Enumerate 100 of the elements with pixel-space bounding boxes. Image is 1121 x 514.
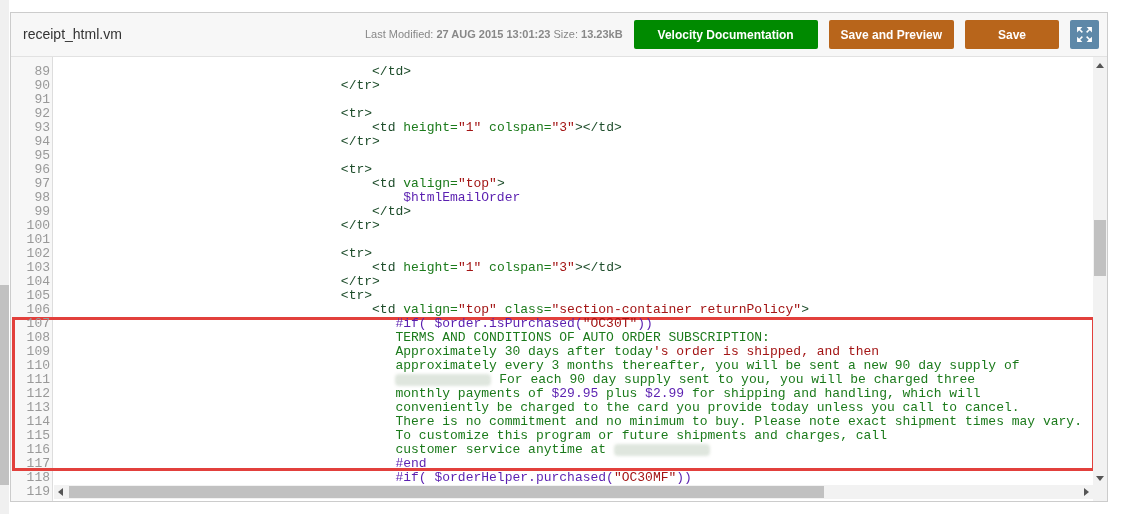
file-meta: Last Modified: 27 AUG 2015 13:01:23 Size: 13.23kB: [364, 27, 623, 43]
code-token: <td: [371, 176, 396, 191]
line-number: 113: [26, 401, 50, 415]
line-number: 98: [34, 191, 50, 205]
line-number: 94: [34, 135, 50, 149]
code-token: </tr>: [339, 134, 380, 149]
code-token: "3": [551, 260, 575, 275]
code-token: monthly payments of: [394, 386, 545, 401]
line-number: 90: [34, 79, 50, 93]
code-token: $2.99: [645, 386, 685, 401]
scroll-right-icon: [1084, 488, 1089, 496]
code-token: $htmlEmailOrder: [402, 190, 521, 205]
code-token: plus: [605, 386, 639, 401]
code-token: valign=: [402, 302, 458, 317]
code-token: height=: [402, 120, 458, 135]
scroll-thumb[interactable]: [1094, 220, 1106, 276]
documentation-button[interactable]: Velocity Documentation: [633, 20, 818, 49]
code-token: colspan=: [488, 260, 552, 275]
code-token: #end: [394, 456, 427, 471]
code-token: </tr>: [339, 78, 380, 93]
line-number: 95: [34, 149, 50, 163]
line-number: 102: [26, 247, 50, 261]
code-token: ></td>: [574, 260, 622, 275]
code-token: TERMS AND CONDITIONS OF AUTO ORDER SUBSCRIPTION:: [394, 330, 770, 345]
line-number: 117: [26, 457, 50, 471]
line-number: 105: [26, 289, 50, 303]
line-number: 119: [26, 485, 50, 499]
code-token: To customize this program or future shipments and charges, call: [394, 428, 887, 443]
code-token: )): [676, 470, 692, 485]
code-token: $29.95: [551, 386, 599, 401]
fullscreen-button[interactable]: [1070, 20, 1099, 49]
line-number: 107: [26, 317, 50, 331]
line-number: 109: [26, 345, 50, 359]
code-token: <tr>: [339, 162, 373, 177]
code-token: customer service anytime at: [394, 442, 608, 457]
line-number: 108: [26, 331, 50, 345]
code-token: <tr>: [339, 106, 373, 121]
scroll-left-icon: [58, 488, 63, 496]
code-token: <td: [371, 260, 396, 275]
code-token: colspan=: [488, 120, 552, 135]
code-token: approximately every 3 months thereafter, you will be sent a new 90 day supply of: [394, 358, 1020, 373]
line-number: 114: [26, 415, 50, 429]
code-token: </tr>: [339, 218, 380, 233]
code-token: <tr>: [339, 288, 373, 303]
save-button[interactable]: Save: [965, 20, 1059, 49]
code-token: "OC30T": [582, 316, 638, 331]
save-button[interactable]: Save and Preview: [828, 20, 954, 49]
page-scrollbar[interactable]: [0, 0, 9, 514]
line-number: 104: [26, 275, 50, 289]
code-token: </td>: [371, 64, 412, 79]
line-number: 110: [26, 359, 50, 373]
code-token: </td>: [371, 204, 412, 219]
file-name: receipt_html.vm: [23, 25, 122, 44]
code-token: "1": [457, 260, 482, 275]
line-number: 91: [34, 93, 50, 107]
code-token: height=: [402, 260, 458, 275]
code-token: "top": [457, 302, 497, 317]
line-number: 96: [34, 163, 50, 177]
code-token: Approximately 30 days after today: [394, 344, 653, 359]
code-token: conveniently be charged to the card you provide today unless you call to cancel.: [394, 400, 1020, 415]
line-number: 112: [26, 387, 50, 401]
code-token: "section-container returnPolicy": [551, 302, 802, 317]
code-token: 's order is shipped, and then: [652, 344, 880, 359]
code-token: )): [637, 316, 653, 331]
line-number: 93: [34, 121, 50, 135]
code-token: valign=: [402, 176, 458, 191]
code-token: "1": [457, 120, 482, 135]
code-token: </tr>: [339, 274, 380, 289]
line-number: 106: [26, 303, 50, 317]
scroll-up-icon: [1096, 63, 1104, 68]
code-token: <tr>: [339, 246, 373, 261]
vertical-scrollbar[interactable]: [1093, 57, 1107, 501]
line-number: 111: [26, 373, 50, 387]
code-token: "3": [551, 120, 575, 135]
code-token: "top": [457, 176, 497, 191]
code-token: class=: [503, 302, 552, 317]
code-token: >: [496, 176, 505, 191]
code-token: <td: [371, 120, 396, 135]
line-number: 100: [26, 219, 50, 233]
line-number: 89: [34, 65, 50, 79]
code-token: For each 90 day supply sent to you, you will be charged three: [498, 372, 976, 387]
code-token: #if( $order.isPurchased(: [394, 316, 583, 331]
scroll-thumb[interactable]: [0, 285, 9, 485]
line-number: 99: [34, 205, 50, 219]
fullscreen-icon: [1076, 26, 1093, 43]
line-number: 115: [26, 429, 50, 443]
code-token: >: [801, 302, 809, 317]
scroll-down-icon: [1096, 476, 1104, 481]
line-number: 97: [34, 177, 50, 191]
code-token: ></td>: [574, 120, 622, 135]
scroll-thumb[interactable]: [69, 486, 824, 498]
line-number: 118: [26, 471, 50, 485]
code-token: for shipping and handling, which will: [690, 386, 981, 401]
horizontal-scrollbar[interactable]: [54, 485, 1093, 499]
code-token: "OC30MF": [613, 470, 677, 485]
code-token: #if( $orderHelper.purchased(: [394, 470, 614, 485]
line-number: 103: [26, 261, 50, 275]
code-token: There is no commitment and no minimum to buy. Please note exact shipment times may vary.: [394, 414, 1082, 429]
line-number: 101: [26, 233, 50, 247]
line-number: 116: [26, 443, 50, 457]
